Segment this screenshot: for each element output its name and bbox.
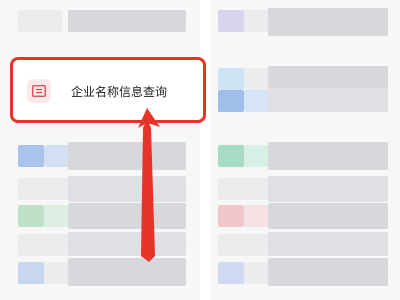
blurred-tile	[268, 142, 388, 170]
blurred-tile	[244, 68, 268, 90]
blurred-tile	[18, 205, 44, 227]
blurred-tile	[268, 88, 388, 112]
blurred-tile	[44, 145, 68, 167]
blurred-tile	[44, 262, 68, 284]
highlighted-popup-menu: 企业名称信息查询	[10, 57, 206, 123]
blurred-tile	[18, 178, 68, 200]
blurred-tile	[18, 234, 68, 256]
blurred-tile	[244, 10, 268, 32]
blurred-tile	[268, 176, 388, 202]
blurred-tile	[68, 142, 186, 170]
document-list-icon	[27, 79, 51, 103]
blurred-tile	[218, 234, 268, 256]
column-divider	[200, 0, 210, 300]
blurred-tile	[68, 176, 186, 202]
blurred-tile	[244, 205, 268, 227]
blurred-tile	[268, 66, 388, 90]
blurred-tile	[18, 145, 44, 167]
blurred-tile	[218, 205, 244, 227]
blurred-tile	[68, 10, 186, 32]
blurred-tile	[18, 262, 44, 284]
blurred-tile	[68, 203, 186, 229]
blurred-tile	[68, 258, 186, 286]
blurred-app-background	[0, 0, 400, 300]
blurred-tile	[68, 232, 186, 256]
blurred-tile	[268, 203, 388, 229]
menu-item-label: 企业名称信息查询	[71, 84, 168, 99]
blurred-tile	[244, 262, 268, 284]
blurred-tile	[218, 262, 244, 284]
blurred-tile	[218, 90, 244, 112]
blurred-tile	[44, 205, 68, 227]
blurred-tile	[218, 68, 244, 90]
menu-item-company-name-query[interactable]: 企业名称信息查询	[21, 75, 197, 107]
blurred-tile	[218, 145, 244, 167]
blurred-tile	[268, 258, 388, 286]
blurred-tile	[218, 178, 268, 200]
blurred-tile	[244, 145, 268, 167]
blurred-tile	[218, 10, 244, 32]
blurred-tile	[18, 10, 62, 32]
blurred-tile	[268, 8, 388, 36]
blurred-tile	[244, 90, 268, 112]
blurred-tile	[268, 232, 388, 256]
